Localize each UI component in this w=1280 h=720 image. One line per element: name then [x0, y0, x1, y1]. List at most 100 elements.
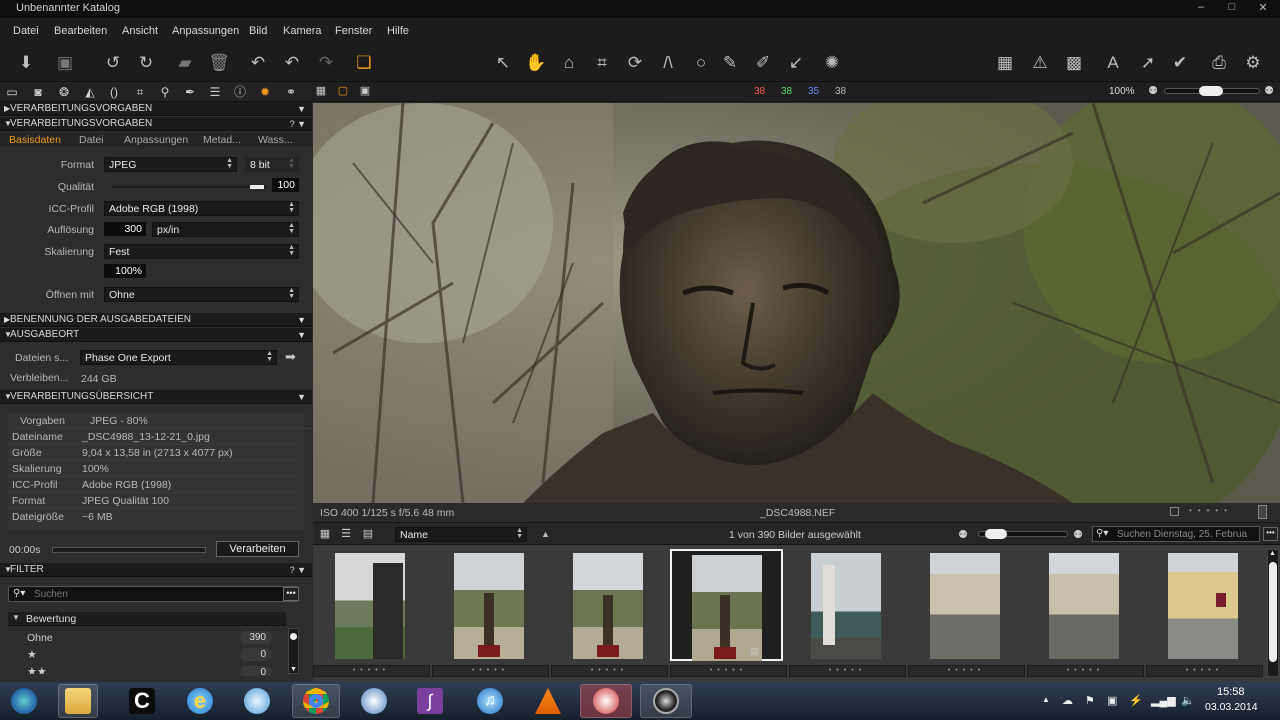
annotation-icon[interactable]: A [1101, 51, 1125, 75]
thumbnail-view-icon[interactable]: ▦ [318, 527, 332, 541]
grid-view-icon[interactable]: ▦ [314, 84, 328, 98]
tray-expand-icon[interactable]: ▲ [1042, 695, 1050, 704]
destination-select[interactable]: Phase One Export ▲ ▼ [80, 350, 277, 365]
thumbnail[interactable] [432, 549, 545, 661]
two-star-icon[interactable]: ★★ [27, 665, 47, 674]
minimize-button[interactable]: – [1190, 1, 1212, 13]
menu-anpassungen[interactable]: Anpassungen [172, 25, 239, 37]
zoom-slider-handle[interactable] [1199, 86, 1223, 96]
zoom-slider[interactable] [1164, 86, 1260, 96]
taskbar-vlc[interactable] [528, 684, 568, 718]
thumbnail-rating[interactable]: ••••• [551, 665, 668, 677]
help-menu-icon[interactable]: ? ▼ [290, 117, 306, 131]
taskbar-chrome[interactable] [292, 684, 340, 718]
flag-icon[interactable]: ⚑ [1085, 694, 1095, 707]
taskbar-ie[interactable]: e [180, 684, 220, 718]
thumbnail[interactable] [551, 549, 664, 661]
clock-date[interactable]: 03.03.2014 [1205, 701, 1258, 713]
camera-icon[interactable]: ▣ [53, 51, 77, 75]
scroll-up-icon[interactable]: ▲ [1269, 550, 1276, 557]
print-icon[interactable]: ⎙ [1207, 51, 1231, 75]
taskbar-snipping[interactable] [580, 684, 632, 718]
thumbnail-rating[interactable]: ••••• [1146, 665, 1263, 677]
keystone-icon[interactable]: /\ [656, 51, 680, 75]
go-arrow-icon[interactable]: ➡ [285, 349, 296, 365]
arrow-icon[interactable]: ➚ [1136, 51, 1160, 75]
filter-search-input[interactable]: ⚲▾ Suchen [8, 586, 298, 602]
quality-slider[interactable] [112, 185, 266, 189]
thumbnail[interactable] [313, 549, 426, 661]
device-icon[interactable]: ▣ [1107, 694, 1117, 707]
taskbar-explorer[interactable] [58, 684, 98, 718]
menu-fenster[interactable]: Fenster [335, 25, 372, 37]
thumbnail-size-slider[interactable] [978, 529, 1068, 539]
undo-icon[interactable]: ↶ [280, 51, 304, 75]
crop-icon[interactable]: ⌗ [590, 51, 614, 75]
filter-options-button[interactable]: ••• [283, 587, 299, 601]
taskbar-app[interactable] [640, 684, 692, 718]
section-naming[interactable]: ▶ BENENNUNG DER AUSGABEDATEIEN ▼ [0, 313, 312, 327]
volume-icon[interactable]: 🔈 [1181, 694, 1195, 707]
format-select[interactable]: JPEG ▲ ▼ [104, 157, 237, 172]
taskbar-mail[interactable] [354, 684, 394, 718]
info-icon[interactable]: ⓘ [232, 84, 248, 100]
chevron-down-icon[interactable]: ▼ [297, 390, 306, 404]
library-icon[interactable]: ▭ [4, 84, 20, 100]
filmstrip-view-icon[interactable]: ▤ [361, 527, 375, 541]
one-star-icon[interactable]: ★ [27, 648, 37, 661]
section-filter[interactable]: ▼ FILTER ? ▼ [0, 563, 312, 577]
trash-icon[interactable]: 🗑 [207, 51, 231, 75]
start-button[interactable] [4, 684, 44, 718]
tab-wasserzeichen[interactable]: Wass... [258, 134, 293, 146]
resolution-input[interactable]: 300 [104, 222, 146, 236]
menu-kamera[interactable]: Kamera [283, 25, 322, 37]
exposure-icon[interactable]: ◭ [82, 84, 98, 100]
cloud-icon[interactable]: ☁ [1062, 694, 1073, 707]
section-summary[interactable]: ▼ VERARBEITUNGSÜBERSICHT ▼ [0, 390, 312, 404]
color-icon[interactable]: ❂ [56, 84, 72, 100]
tab-datei[interactable]: Datei [79, 134, 104, 146]
rotate-left-icon[interactable]: ↺ [101, 51, 125, 75]
chevron-down-icon[interactable]: ▼ [297, 102, 306, 116]
check-icon[interactable]: ✔ [1168, 51, 1192, 75]
local-adjust-icon[interactable]: ✒ [182, 84, 198, 100]
thumbnail[interactable] [1027, 549, 1140, 661]
signal-icon[interactable]: ▂▄▆ [1151, 694, 1176, 707]
tab-anpassungen[interactable]: Anpassungen [124, 134, 188, 146]
folder-icon[interactable]: ▰ [173, 51, 197, 75]
import-icon[interactable]: ⬇ [14, 51, 38, 75]
help-menu-icon[interactable]: ? ▼ [290, 563, 306, 577]
taskbar-capture-one[interactable]: C [122, 684, 162, 718]
overlay-icon[interactable]: ▩ [1062, 51, 1086, 75]
icc-select[interactable]: Adobe RGB (1998) ▲ ▼ [104, 201, 299, 216]
thumbnail-rating[interactable]: ••••• [789, 665, 906, 677]
thumbnail-rating[interactable]: ••••• [432, 665, 549, 677]
sort-direction-icon[interactable]: ▲ [541, 529, 550, 539]
open-with-select[interactable]: Ohne ▲ ▼ [104, 287, 299, 302]
circle-mask-icon[interactable]: ○ [689, 51, 713, 75]
single-view-icon[interactable]: ▢ [336, 84, 350, 98]
scroll-thumb[interactable] [1269, 562, 1277, 662]
stamp-icon[interactable]: ⌂ [557, 51, 581, 75]
output-icon[interactable]: ✹ [257, 84, 273, 100]
brush-icon[interactable]: ✎ [718, 51, 742, 75]
browser-search-input[interactable]: ⚲▾ Suchen Dienstag, 25. Februa [1092, 526, 1260, 542]
sort-select[interactable]: Name ▲ ▼ [395, 527, 527, 542]
main-image-viewer[interactable] [313, 103, 1280, 503]
thumbnail[interactable] [1146, 549, 1259, 661]
rating-none-label[interactable]: Ohne [27, 632, 53, 644]
color-picker-icon[interactable]: ↙ [784, 51, 808, 75]
process-button[interactable]: Verarbeiten [216, 541, 299, 557]
menu-datei[interactable]: Datei [13, 25, 39, 37]
rating-dots[interactable]: ••••• [1189, 506, 1233, 515]
close-button[interactable]: ✕ [1252, 1, 1274, 14]
color-tag[interactable] [1258, 505, 1267, 519]
rotate-tool-icon[interactable]: ⟳ [623, 51, 647, 75]
thumbnail-rating[interactable]: ••••• [908, 665, 1025, 677]
checkbox-icon[interactable] [1170, 507, 1179, 516]
quality-slider-handle[interactable] [250, 185, 264, 189]
grid-icon[interactable]: ▦ [993, 51, 1017, 75]
thumbnail-rating[interactable]: ••••• [670, 665, 787, 677]
clock-time[interactable]: 15:58 [1217, 686, 1245, 698]
scaling-percent-input[interactable]: 100% [104, 264, 146, 278]
